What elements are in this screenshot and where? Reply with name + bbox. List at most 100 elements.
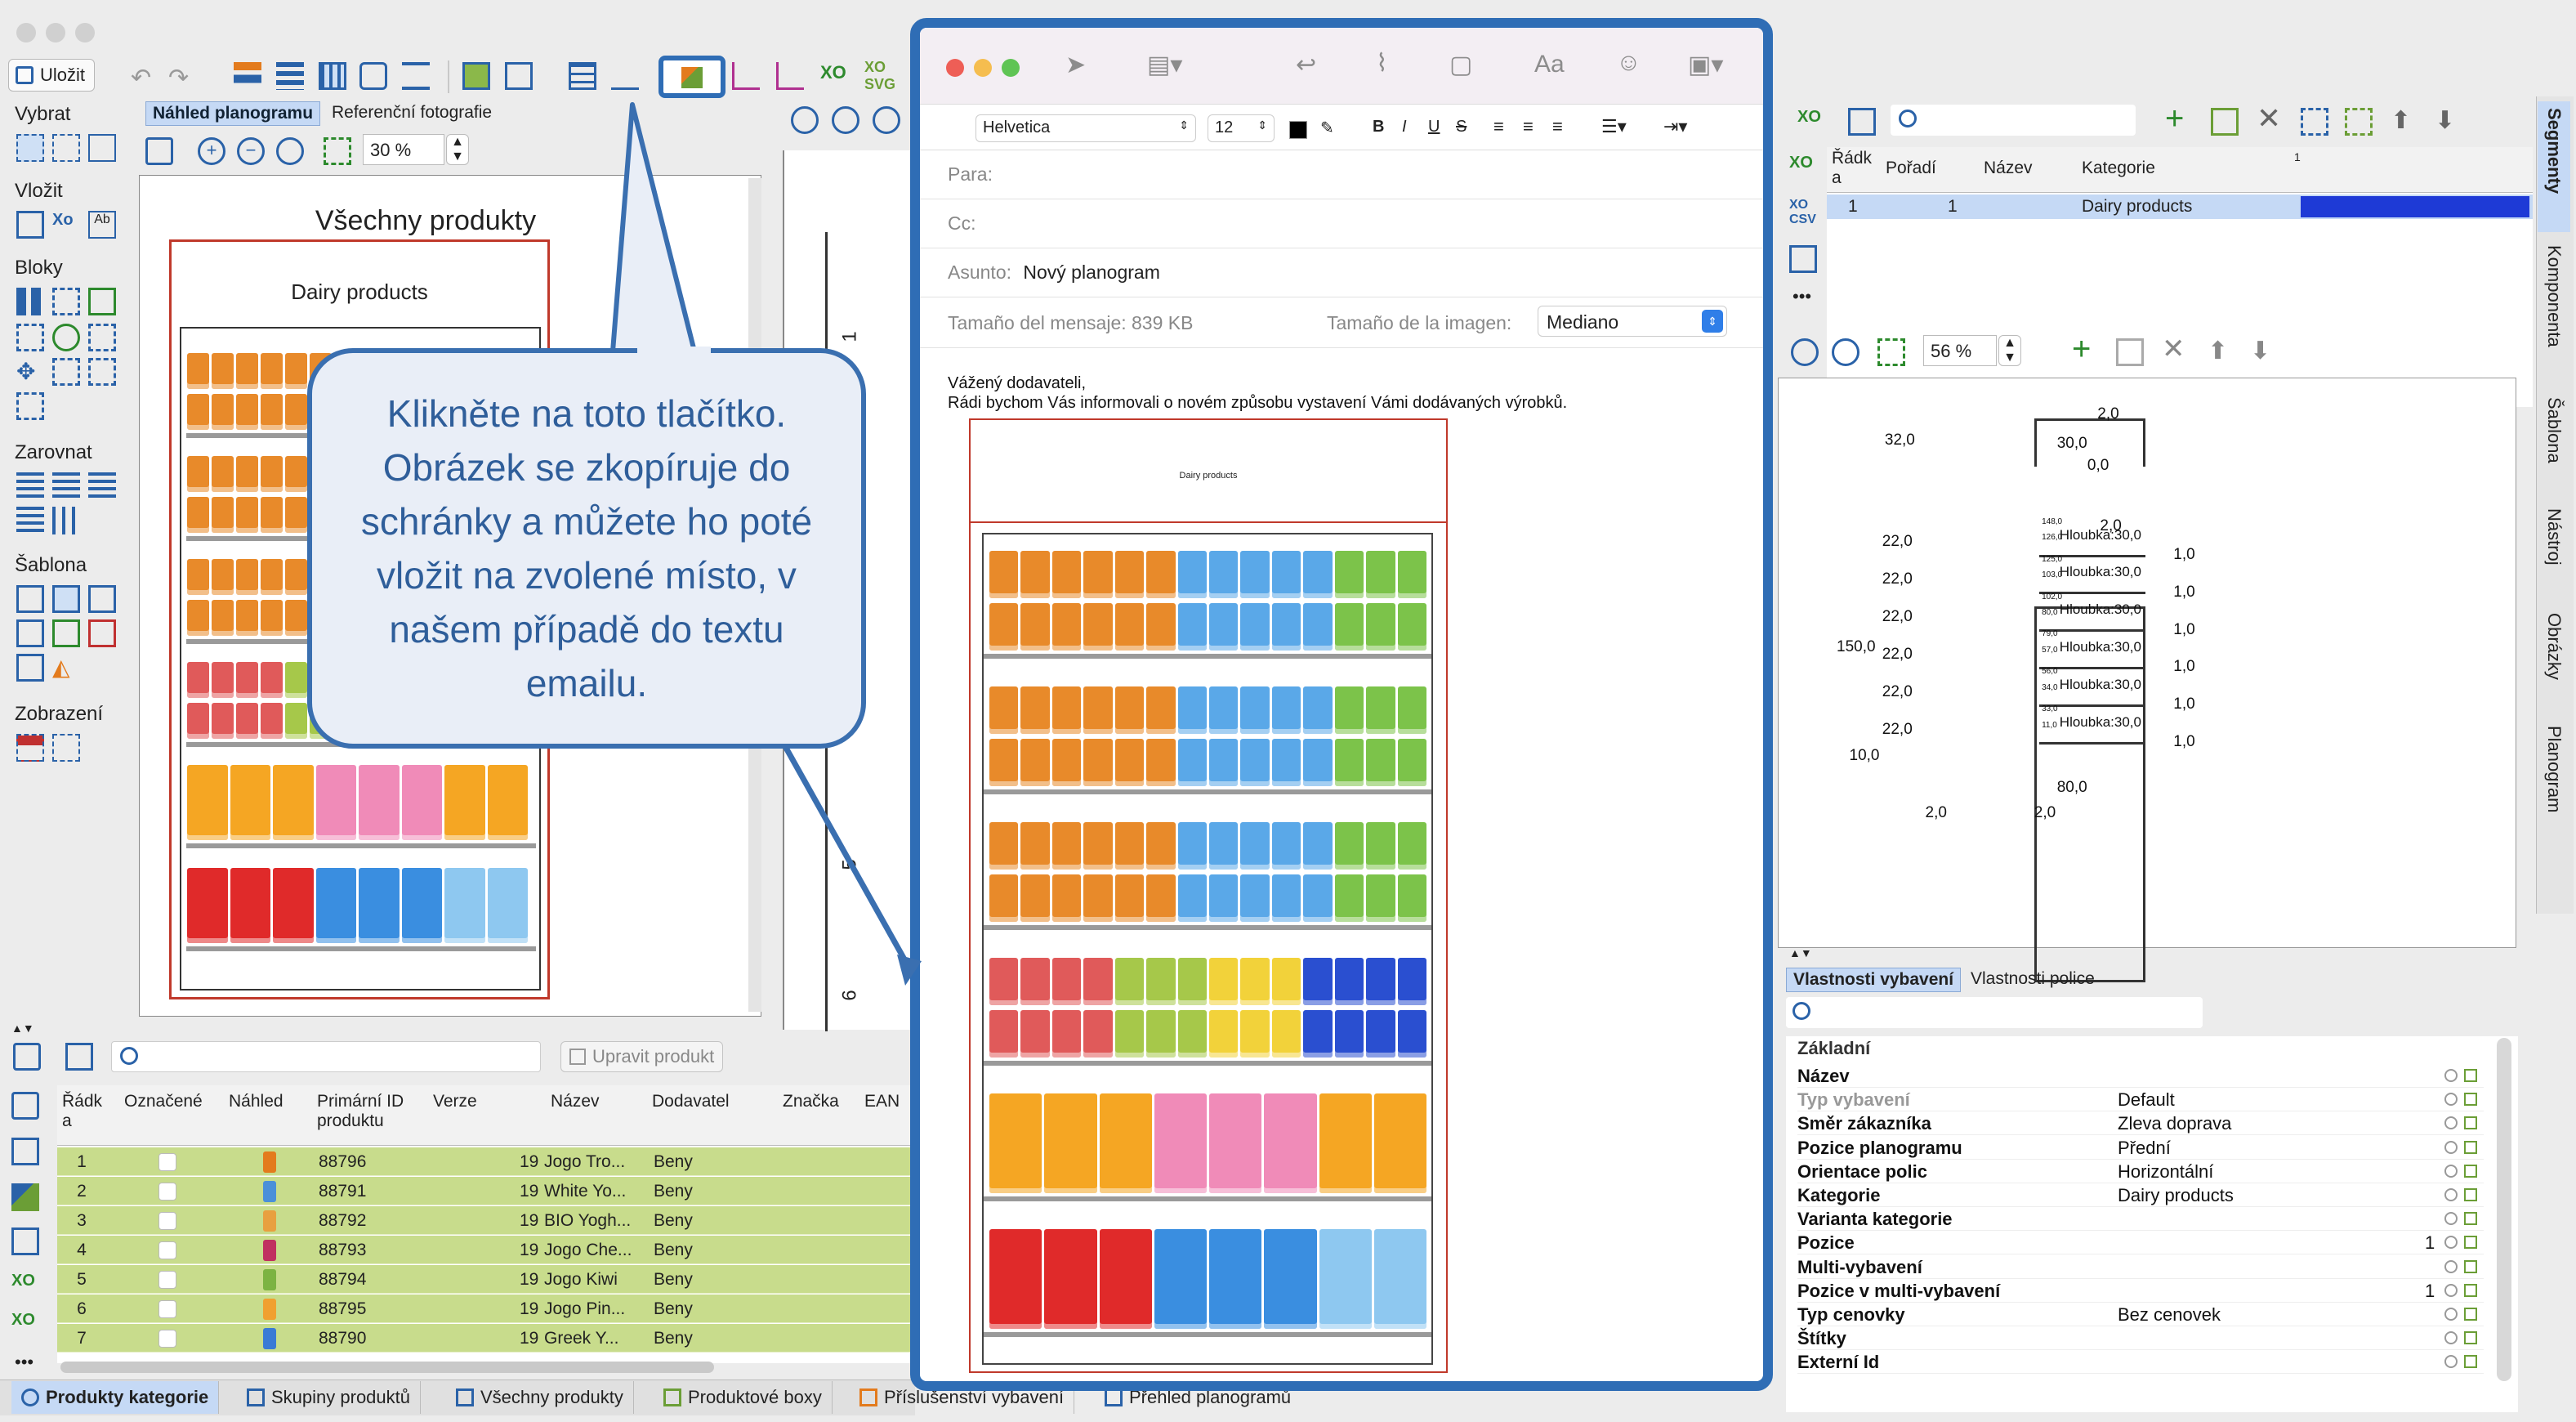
reset-icon[interactable] [2444, 1355, 2458, 1369]
side-tab-sablona[interactable]: Šablona [2538, 391, 2570, 497]
block-icon-9[interactable] [88, 358, 116, 386]
segment-row[interactable]: 1 1 Dairy products [1827, 195, 2533, 219]
left-strip-icon-2[interactable] [11, 1138, 39, 1165]
text-color-icon[interactable] [1289, 121, 1307, 139]
dim-copy-icon[interactable] [2116, 338, 2144, 366]
italic-icon[interactable]: I [1402, 118, 1407, 136]
property-row[interactable]: Typ cenovky Bez cenovek [1797, 1303, 2484, 1326]
column-header[interactable]: Dodavatel [652, 1092, 783, 1111]
cc-field[interactable]: Cc: [920, 201, 1763, 248]
template-icon-3[interactable] [88, 585, 116, 613]
edit-icon[interactable] [2464, 1236, 2477, 1250]
checklist-icon[interactable] [13, 1043, 41, 1071]
undo-icon[interactable]: ↶ [131, 64, 158, 92]
table-row[interactable]: 6 88795 19 Jogo Pin... Beny [57, 1295, 915, 1323]
row-checkbox[interactable] [158, 1241, 176, 1259]
reset-icon[interactable] [2444, 1116, 2458, 1130]
row-checkbox[interactable] [158, 1212, 176, 1230]
segment-settings-icon[interactable] [1789, 245, 1817, 273]
dim-add-icon[interactable]: + [2072, 333, 2100, 365]
tab-vlastnosti-police[interactable]: Vlastnosti police [1971, 969, 2095, 989]
side-tab-obrazky[interactable]: Obrázky [2538, 606, 2570, 713]
property-row[interactable]: Multi-vybavení [1797, 1255, 2484, 1279]
table-row[interactable]: 5 88794 19 Jogo Kiwi Beny [57, 1265, 915, 1294]
ruler-icon[interactable] [402, 62, 430, 90]
insert-shelf-icon[interactable] [16, 211, 44, 239]
attach-icon[interactable]: ⌇ [1376, 49, 1388, 78]
template-icon-1[interactable] [16, 585, 44, 613]
block-icon-1[interactable] [16, 288, 44, 315]
props-scrollbar[interactable] [2497, 1038, 2511, 1381]
segments-search-input[interactable] [1891, 105, 2136, 136]
segment-tool-icon-2[interactable] [2345, 108, 2373, 136]
left-strip-icon-4[interactable] [11, 1227, 39, 1255]
property-row[interactable]: Název [1797, 1064, 2484, 1088]
tab-produktove-boxy[interactable]: Produktové boxy [654, 1381, 833, 1414]
edit-icon[interactable] [2464, 1069, 2477, 1082]
minimize-dot[interactable] [46, 23, 65, 42]
close-dot[interactable] [16, 23, 36, 42]
xo-icon[interactable]: XO [820, 62, 848, 90]
row-checkbox[interactable] [158, 1153, 176, 1171]
template-icon-7[interactable] [16, 654, 44, 682]
zoom-in-icon[interactable]: + [198, 137, 225, 165]
dim-delete-icon[interactable]: ✕ [2162, 335, 2190, 364]
reset-icon[interactable] [2444, 1140, 2458, 1154]
row-checkbox[interactable] [158, 1183, 176, 1201]
column-header[interactable]: EAN [864, 1092, 913, 1111]
props-group-header[interactable]: Základní [1797, 1038, 1870, 1059]
markup-icon[interactable]: ▢ [1449, 51, 1472, 79]
zoom-field[interactable]: 30 % [363, 134, 444, 165]
reset-icon[interactable] [2444, 1236, 2458, 1250]
pasted-planogram-image[interactable]: Dairy products [969, 418, 1448, 1373]
row-checkbox[interactable] [158, 1300, 176, 1318]
edit-icon[interactable] [2464, 1259, 2477, 1273]
edit-icon[interactable] [2464, 1355, 2477, 1369]
zoom-out-icon[interactable]: − [237, 137, 265, 165]
reset-icon[interactable] [2444, 1164, 2458, 1178]
col-kategorie[interactable]: Kategorie [2082, 159, 2155, 178]
shelf-view-icon[interactable] [505, 62, 533, 90]
tab-produkty-kategorie[interactable]: Produkty kategorie [11, 1381, 220, 1414]
reply-icon[interactable]: ↩ [1296, 51, 1316, 79]
view-icon-1[interactable] [16, 734, 44, 762]
tab-vlastnosti-vybaveni[interactable]: Vlastnosti vybavení [1786, 968, 1962, 992]
edit-icon[interactable] [2464, 1188, 2477, 1201]
zoom-stepper[interactable]: ▲ ▼ [446, 134, 469, 165]
to-field[interactable]: Para: [920, 152, 1763, 199]
property-row[interactable]: Orientace polic Horizontální [1797, 1160, 2484, 1183]
chart-icon[interactable] [611, 62, 639, 90]
list-icon[interactable]: ☰▾ [1601, 116, 1627, 137]
column-header[interactable]: Značka [783, 1092, 856, 1111]
zoom-page-icon[interactable] [324, 137, 351, 165]
column-header[interactable]: Náhled [229, 1092, 319, 1111]
highlight-icon[interactable]: ✎ [1320, 118, 1334, 138]
underline-icon[interactable]: U [1428, 118, 1440, 136]
property-row[interactable]: Typ vybavení Default [1797, 1088, 2484, 1112]
block-icon-5[interactable] [52, 324, 80, 351]
edit-icon[interactable] [2464, 1212, 2477, 1226]
mail-zoom-dot[interactable] [1002, 59, 1020, 77]
font-select[interactable]: Helvetica ⇕ [975, 114, 1196, 142]
side-tab-nastroj[interactable]: Nástroj [2538, 502, 2570, 600]
dim-zoom-field[interactable]: 56 % [1923, 335, 1997, 366]
template-icon-4[interactable] [16, 619, 44, 647]
distribute-rows-icon[interactable] [16, 507, 44, 534]
align-left-text-icon[interactable]: ≡ [1493, 116, 1504, 137]
column-header[interactable]: Označené [124, 1092, 230, 1111]
sort-icon[interactable] [234, 62, 261, 90]
template-icon-2[interactable] [52, 585, 80, 613]
table-scrollbar[interactable] [60, 1362, 714, 1373]
photo-browser-icon[interactable]: ▣▾ [1688, 51, 1723, 79]
dim-zoom-in-icon[interactable] [1791, 338, 1819, 366]
indent-icon[interactable]: ⇥▾ [1663, 116, 1687, 137]
edit-product-button[interactable]: Upravit produkt [560, 1041, 724, 1072]
xo-side-icon-1[interactable]: XO [1789, 154, 1817, 181]
reset-icon[interactable] [2444, 1188, 2458, 1201]
select-icon[interactable] [16, 134, 44, 162]
edit-icon[interactable] [2464, 1308, 2477, 1321]
zoom-fit-icon[interactable] [276, 137, 304, 165]
reset-icon[interactable] [2444, 1331, 2458, 1345]
mail-close-dot[interactable] [946, 59, 964, 77]
reset-icon[interactable] [2444, 1283, 2458, 1297]
